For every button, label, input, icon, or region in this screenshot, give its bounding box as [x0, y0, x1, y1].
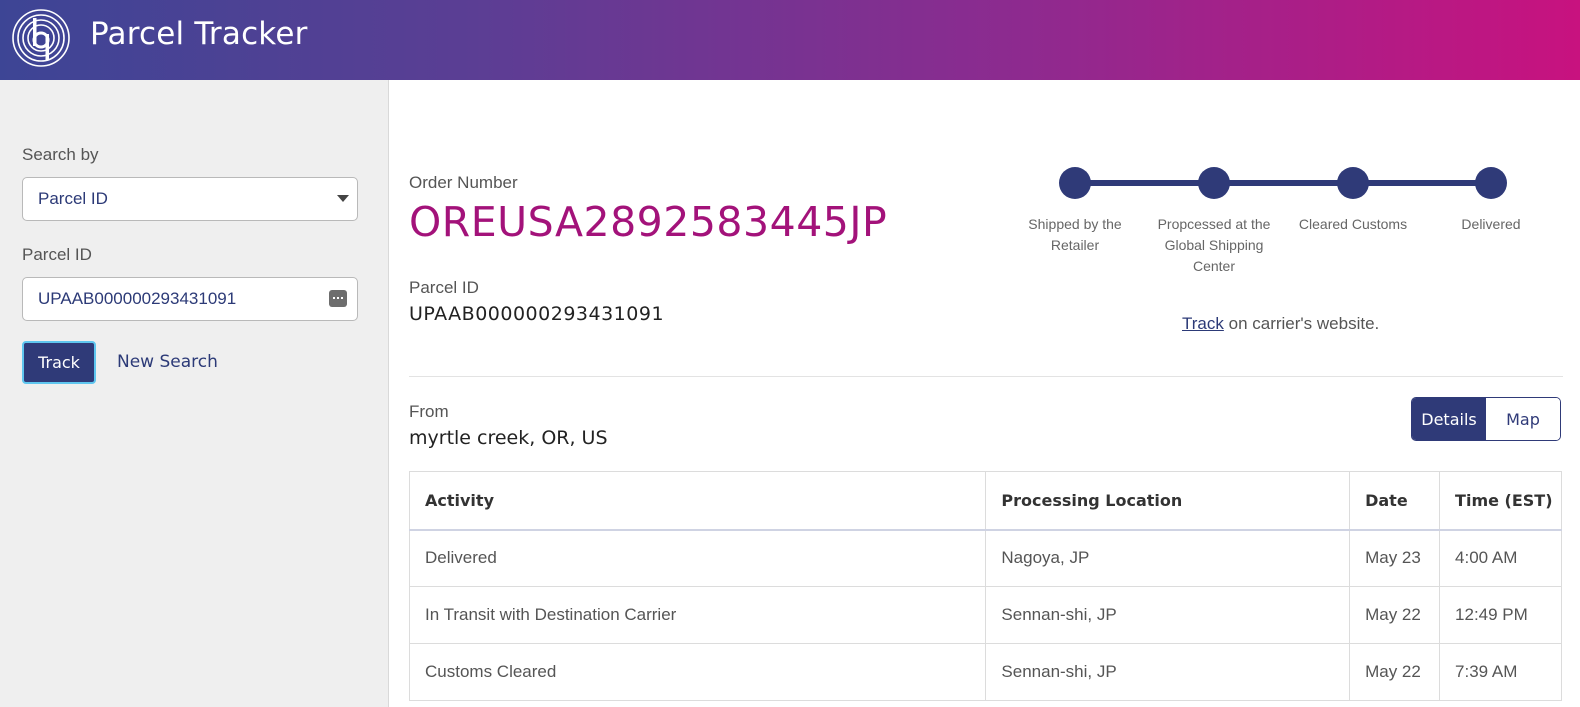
table-row: Customs Cleared Sennan-shi, JP May 22 7:… [408, 643, 1562, 701]
column-header-activity: Activity [408, 471, 987, 531]
chevron-down-icon [337, 195, 349, 202]
progress-step-label: Shipped by the Retailer [1028, 216, 1122, 253]
activity-cell: Customs Cleared [408, 643, 987, 701]
column-header-location: Processing Location [985, 471, 1351, 531]
table-row: Delivered Nagoya, JP May 23 4:00 AM [408, 529, 1562, 587]
time-cell: 7:39 AM [1439, 643, 1562, 701]
time-cell: 4:00 AM [1439, 529, 1562, 587]
activity-table: Activity Processing Location Date Time (… [408, 471, 1562, 701]
parcel-id-input-value: UPAAB000000293431091 [38, 289, 237, 308]
date-cell: May 22 [1349, 643, 1441, 701]
progress-track [1075, 180, 1491, 186]
app-header: Parcel Tracker [0, 0, 1580, 80]
pitney-bowes-logo-icon[interactable] [11, 8, 71, 68]
table-header-row: Activity Processing Location Date Time (… [408, 471, 1562, 531]
progress-step-dot [1337, 167, 1369, 199]
new-search-link[interactable]: New Search [117, 352, 218, 372]
section-divider [409, 376, 1563, 377]
map-tab[interactable]: Map [1486, 398, 1560, 440]
search-sidebar [0, 80, 389, 707]
parcel-id-summary-label: Parcel ID [409, 278, 479, 297]
column-header-date: Date [1349, 471, 1441, 531]
progress-step-dot [1059, 167, 1091, 199]
column-header-time: Time (EST) [1439, 471, 1562, 531]
date-cell: May 23 [1349, 529, 1441, 587]
parcel-id-label: Parcel ID [22, 245, 92, 264]
parcel-id-summary: UPAAB000000293431091 [409, 303, 665, 325]
progress-step-label: Propcessed at the Global Shipping Center [1157, 216, 1271, 274]
carrier-track-suffix: on carrier's website. [1228, 314, 1380, 333]
location-cell: Sennan-shi, JP [985, 586, 1351, 644]
search-by-label: Search by [22, 145, 99, 164]
carrier-track-link[interactable]: Track [1182, 314, 1224, 333]
keyboard-icon[interactable] [329, 290, 347, 307]
activity-cell: Delivered [408, 529, 987, 587]
from-label: From [409, 402, 449, 421]
progress-step-dot [1198, 167, 1230, 199]
app-title: Parcel Tracker [90, 16, 308, 52]
track-button[interactable]: Track [22, 341, 96, 384]
location-cell: Sennan-shi, JP [985, 643, 1351, 701]
location-cell: Nagoya, JP [985, 529, 1351, 587]
order-number-label: Order Number [409, 173, 518, 192]
view-toggle: Details Map [1411, 397, 1561, 441]
table-row: In Transit with Destination Carrier Senn… [408, 586, 1562, 644]
carrier-track-line: Track on carrier's website. [1182, 314, 1379, 334]
parcel-id-input[interactable]: UPAAB000000293431091 [22, 277, 358, 321]
progress-step-label: Cleared Customs [1298, 216, 1408, 232]
order-number: OREUSA2892583445JP [409, 198, 888, 246]
date-cell: May 22 [1349, 586, 1441, 644]
search-by-selected-value: Parcel ID [38, 189, 108, 208]
progress-step-label: Delivered [1461, 216, 1521, 232]
details-tab[interactable]: Details [1412, 398, 1486, 440]
search-by-select[interactable]: Parcel ID [22, 177, 358, 221]
time-cell: 12:49 PM [1439, 586, 1562, 644]
from-value: myrtle creek, OR, US [409, 427, 608, 449]
progress-step-dot [1475, 167, 1507, 199]
activity-cell: In Transit with Destination Carrier [408, 586, 987, 644]
